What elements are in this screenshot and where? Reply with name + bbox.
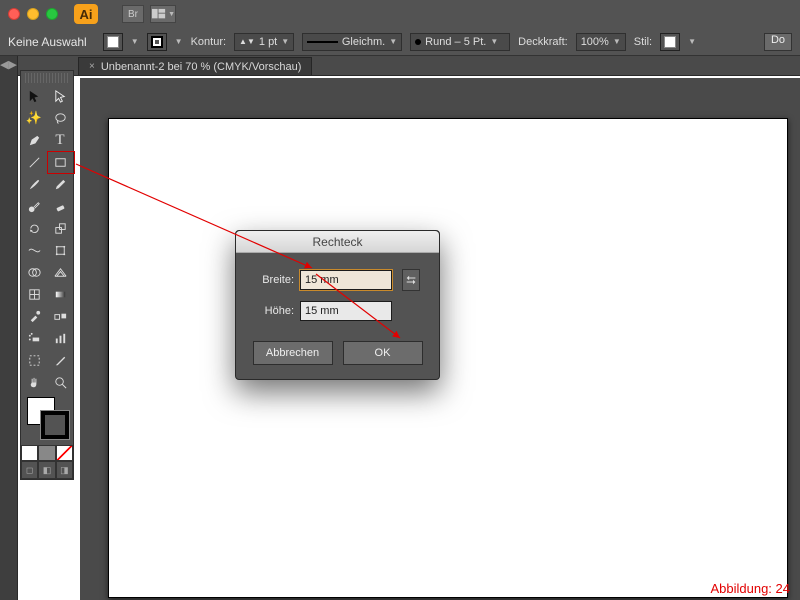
brush-dot-icon [415,39,421,45]
zoom-tool[interactable] [47,371,73,393]
eraser-tool[interactable] [47,195,73,217]
figure-caption: Abbildung: 24 [710,581,790,596]
width-tool[interactable] [21,239,47,261]
style-label: Stil: [634,36,652,48]
magic-wand-tool[interactable]: ✨ [21,107,47,129]
perspective-grid-tool[interactable] [47,261,73,283]
document-setup-button[interactable]: Do [764,33,792,51]
style-swatch[interactable] [660,33,680,51]
rectangle-tool[interactable] [47,151,73,173]
fill-swatch[interactable] [103,33,123,51]
draw-inside[interactable]: ◨ [56,461,73,479]
height-label: Höhe: [250,305,294,317]
stroke-weight-dropdown[interactable]: ▲▼ 1 pt ▼ [234,33,294,51]
app-icon: Ai [74,4,98,24]
dialog-title: Rechteck [236,231,439,253]
window-controls [8,8,58,20]
document-tab-label: Unbenannt-2 bei 70 % (CMYK/Vorschau) [101,61,302,73]
brush-value: Rund – 5 Pt. [425,36,486,48]
color-mode-row [21,445,73,461]
selection-status: Keine Auswahl [8,35,87,49]
lasso-tool[interactable] [47,107,73,129]
hand-tool[interactable] [21,371,47,393]
artboard-tool[interactable] [21,349,47,371]
opacity-value: 100% [581,36,609,48]
scale-tool[interactable] [47,217,73,239]
bridge-button[interactable]: Br [122,5,144,23]
pen-tool[interactable] [21,129,47,151]
color-mode-none[interactable] [56,445,73,461]
cancel-button[interactable]: Abbrechen [253,341,333,365]
draw-behind[interactable]: ◧ [38,461,55,479]
link-dimensions-icon[interactable]: ⮀ [402,269,420,291]
minimize-window-button[interactable] [27,8,39,20]
stroke-dropdown-icon[interactable]: ▼ [175,37,183,46]
canvas-area[interactable] [80,78,800,600]
shape-builder-tool[interactable] [21,261,47,283]
blob-brush-tool[interactable] [21,195,47,217]
document-tab[interactable]: × Unbenannt-2 bei 70 % (CMYK/Vorschau) [78,57,312,75]
panel-dock-left[interactable]: ◀▶ [0,56,18,600]
close-tab-icon[interactable]: × [89,61,95,72]
eyedropper-tool[interactable] [21,305,47,327]
pencil-tool[interactable] [47,173,73,195]
column-graph-tool[interactable] [47,327,73,349]
stroke-weight-value: 1 pt [259,36,277,48]
opacity-label: Deckkraft: [518,36,568,48]
stroke-label: Kontur: [191,36,226,48]
mesh-tool[interactable] [21,283,47,305]
ok-button[interactable]: OK [343,341,423,365]
zoom-window-button[interactable] [46,8,58,20]
stroke-profile-value: Gleichm. [342,36,385,48]
selection-tool[interactable] [21,85,47,107]
style-dropdown-icon[interactable]: ▼ [688,37,696,46]
line-tool[interactable] [21,151,47,173]
color-mode-color[interactable] [21,445,38,461]
fill-stroke-indicator[interactable] [21,393,73,445]
stroke-color-square[interactable] [41,411,69,439]
opacity-dropdown[interactable]: 100% ▼ [576,33,626,51]
width-label: Breite: [250,274,294,286]
symbol-sprayer-tool[interactable] [21,327,47,349]
window-titlebar: Ai Br ▼ [0,0,800,28]
width-input[interactable] [300,270,392,290]
close-window-button[interactable] [8,8,20,20]
height-input[interactable] [300,301,392,321]
screen-mode-row: ◻ ◧ ◨ [21,461,73,479]
slice-tool[interactable] [47,349,73,371]
type-tool[interactable]: T [47,129,73,151]
document-tab-bar: × Unbenannt-2 bei 70 % (CMYK/Vorschau) [18,56,800,76]
panel-grip[interactable] [25,73,69,83]
gradient-tool[interactable] [47,283,73,305]
artboard[interactable] [108,118,788,598]
stroke-profile-dropdown[interactable]: Gleichm. ▼ [302,33,402,51]
control-bar: Keine Auswahl ▼ ▼ Kontur: ▲▼ 1 pt ▼ Glei… [0,28,800,56]
stroke-swatch[interactable] [147,33,167,51]
tools-panel: ✨ T ◻ ◧ ◨ [20,70,74,480]
paintbrush-tool[interactable] [21,173,47,195]
rectangle-dialog: Rechteck Breite: ⮀ Höhe: Abbrechen OK [235,230,440,380]
stroke-preview [307,41,338,43]
brush-dropdown[interactable]: Rund – 5 Pt. ▼ [410,33,510,51]
rotate-tool[interactable] [21,217,47,239]
free-transform-tool[interactable] [47,239,73,261]
blend-tool[interactable] [47,305,73,327]
color-mode-gradient[interactable] [38,445,55,461]
arrange-documents-button[interactable]: ▼ [150,5,176,23]
draw-normal[interactable]: ◻ [21,461,38,479]
direct-selection-tool[interactable] [47,85,73,107]
fill-dropdown-icon[interactable]: ▼ [131,37,139,46]
